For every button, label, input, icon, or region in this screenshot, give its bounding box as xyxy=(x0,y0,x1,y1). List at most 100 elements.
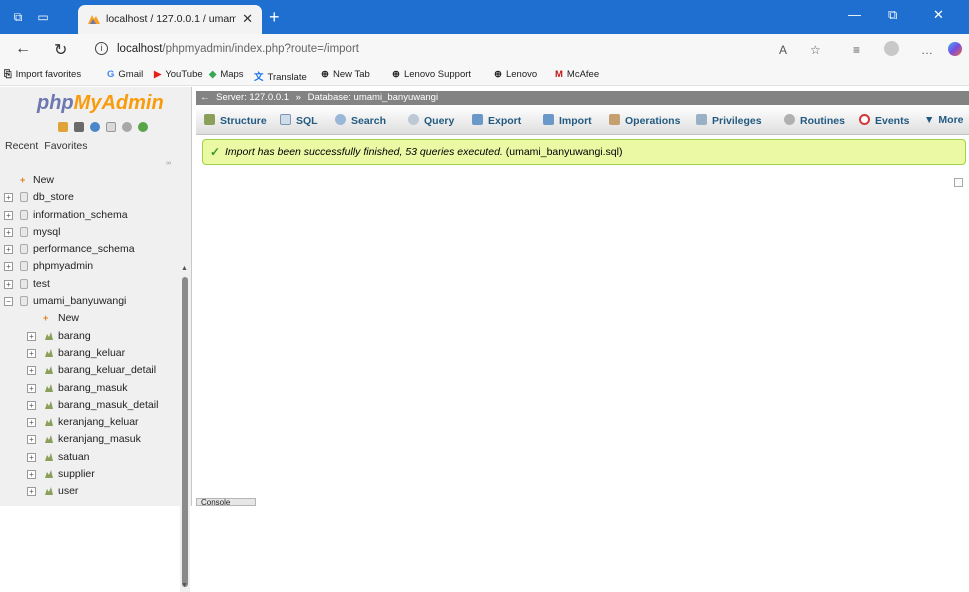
page-settings-icon[interactable] xyxy=(954,178,963,187)
tab-events[interactable]: Events xyxy=(859,114,909,127)
tree-table[interactable]: + barang_keluar_detail xyxy=(0,362,180,379)
home-icon[interactable] xyxy=(58,122,68,132)
expand-icon[interactable]: + xyxy=(27,366,36,376)
tab-import[interactable]: Import xyxy=(543,114,592,127)
reload-icon[interactable] xyxy=(138,122,149,132)
import-icon xyxy=(543,114,554,125)
close-tab-icon[interactable]: ✕ xyxy=(242,11,253,27)
database-icon xyxy=(20,209,28,220)
scroll-down-icon[interactable]: ▼ xyxy=(181,582,188,589)
tab-routines[interactable]: Routines xyxy=(784,114,845,127)
tree-table[interactable]: + keranjang_keluar xyxy=(0,414,180,431)
expand-icon[interactable]: + xyxy=(27,418,36,428)
url-field[interactable]: i localhost/phpmyadmin/index.php?route=/… xyxy=(95,40,850,60)
expand-icon[interactable]: + xyxy=(4,262,13,272)
expand-icon[interactable]: + xyxy=(4,279,13,289)
close-window-icon[interactable]: ✕ xyxy=(933,7,944,23)
tree-table[interactable]: + satuan xyxy=(0,449,180,466)
expand-icon[interactable]: + xyxy=(4,193,13,203)
breadcrumb-database[interactable]: Database: umami_banyuwangi xyxy=(308,92,438,103)
profile-avatar-icon[interactable] xyxy=(884,41,899,56)
logout-icon[interactable] xyxy=(74,122,85,132)
bookmark-maps[interactable]: ◆ Maps xyxy=(209,69,244,80)
expand-icon[interactable]: + xyxy=(4,245,13,255)
tree-new-database[interactable]: + New xyxy=(0,172,180,189)
bookmark-new-tab[interactable]: ⊕ New Tab xyxy=(321,69,370,80)
tree-new-table[interactable]: + New xyxy=(0,310,180,327)
bookmark-lenovo[interactable]: ⊕ Lenovo xyxy=(494,69,537,80)
collapse-icon[interactable]: − xyxy=(4,297,13,307)
tab-sql[interactable]: SQL xyxy=(280,114,318,127)
bookmark-translate[interactable]: 文 Translate xyxy=(254,69,307,83)
tree-db-db-store[interactable]: + db_store xyxy=(0,189,180,206)
tab-query[interactable]: Query xyxy=(408,114,454,127)
expand-icon[interactable]: + xyxy=(4,210,13,220)
breadcrumb-server[interactable]: Server: 127.0.0.1 xyxy=(216,92,289,103)
link-with-main-icon[interactable]: ∞ xyxy=(166,160,171,167)
more-menu-icon[interactable]: … xyxy=(921,43,933,57)
tree-table[interactable]: + keranjang_masuk xyxy=(0,431,180,448)
console-toggle[interactable]: Console xyxy=(196,498,256,506)
bookmark-youtube[interactable]: ▶ YouTube xyxy=(154,69,203,80)
minimize-icon[interactable]: — xyxy=(848,7,861,22)
new-tab-icon[interactable]: + xyxy=(269,7,280,28)
expand-icon[interactable]: + xyxy=(27,452,36,462)
tree-table[interactable]: + supplier xyxy=(0,466,180,483)
tab-search[interactable]: Search xyxy=(335,114,386,127)
tree-table[interactable]: + user xyxy=(0,483,180,500)
success-message: ✓ Import has been successfully finished,… xyxy=(202,139,966,165)
success-file: (umami_banyuwangi.sql) xyxy=(505,146,623,158)
tree-table[interactable]: + barang xyxy=(0,328,180,345)
tab-actions-icon[interactable]: ▭ xyxy=(35,9,51,25)
tree-db-information-schema[interactable]: + information_schema xyxy=(0,207,180,224)
tree-db-test[interactable]: + test xyxy=(0,276,180,293)
tree-db-phpmyadmin[interactable]: + phpmyadmin xyxy=(0,258,180,275)
expand-icon[interactable]: + xyxy=(27,383,36,393)
favorite-star-icon[interactable]: ☆ xyxy=(810,43,821,57)
expand-icon[interactable]: + xyxy=(27,435,36,445)
bookmarks-bar: ⎘ Import favorites G Gmail ▶ YouTube ◆ Maps … xyxy=(0,64,969,86)
gear-icon[interactable] xyxy=(122,122,133,132)
restore-icon[interactable]: ⧉ xyxy=(888,7,897,23)
collapse-panel-icon[interactable]: ← xyxy=(200,92,210,103)
tree-table[interactable]: + barang_keluar xyxy=(0,345,180,362)
refresh-icon[interactable]: ↻ xyxy=(54,40,67,60)
tab-privileges[interactable]: Privileges xyxy=(696,114,762,127)
recent-tab[interactable]: Recent xyxy=(5,140,38,152)
tree-table[interactable]: + barang_masuk_detail xyxy=(0,397,180,414)
expand-icon[interactable]: + xyxy=(27,331,36,341)
site-info-icon[interactable]: i xyxy=(95,42,108,55)
read-aloud-icon[interactable]: A xyxy=(779,43,787,57)
settings-doc-icon[interactable] xyxy=(106,122,117,132)
bookmark-mcafee[interactable]: M McAfee xyxy=(555,69,599,80)
expand-icon[interactable]: + xyxy=(27,487,36,497)
workspaces-icon[interactable]: ⧉ xyxy=(10,9,26,25)
copilot-icon[interactable] xyxy=(948,42,962,56)
tree-db-mysql[interactable]: + mysql xyxy=(0,224,180,241)
expand-icon[interactable]: + xyxy=(27,348,36,358)
bookmark-import-favorites[interactable]: ⎘ Import favorites xyxy=(4,69,81,80)
docs-icon[interactable] xyxy=(90,122,101,132)
scrollbar-thumb[interactable] xyxy=(182,277,188,587)
tab-export[interactable]: Export xyxy=(472,114,521,127)
back-icon[interactable]: ← xyxy=(15,40,31,58)
tree-db-performance-schema[interactable]: + performance_schema xyxy=(0,241,180,258)
favorites-tab[interactable]: Favorites xyxy=(44,140,87,152)
tree-table[interactable]: + barang_masuk xyxy=(0,380,180,397)
expand-icon[interactable]: + xyxy=(27,470,36,480)
expand-icon[interactable]: + xyxy=(4,227,13,237)
scroll-up-icon[interactable]: ▲ xyxy=(181,265,188,272)
bookmark-lenovo-support[interactable]: ⊕ Lenovo Support xyxy=(392,69,471,80)
favorites-list-icon[interactable]: ≡ xyxy=(853,43,860,57)
tab-more[interactable]: ▼ More xyxy=(924,114,964,126)
privileges-icon xyxy=(696,114,707,125)
expand-icon[interactable]: + xyxy=(27,400,36,410)
browser-tab[interactable]: localhost / 127.0.0.1 / umami_ban ✕ xyxy=(78,5,262,34)
phpmyadmin-logo[interactable]: phpMyAdmin xyxy=(37,92,164,115)
tab-operations[interactable]: Operations xyxy=(609,114,680,127)
database-icon xyxy=(20,244,28,255)
bookmark-gmail[interactable]: G Gmail xyxy=(107,69,143,80)
tab-structure[interactable]: Structure xyxy=(204,114,267,127)
tree-db-umami-banyuwangi[interactable]: − umami_banyuwangi xyxy=(0,293,180,310)
navigation-scrollbar[interactable]: ▲ ▼ xyxy=(180,263,190,592)
